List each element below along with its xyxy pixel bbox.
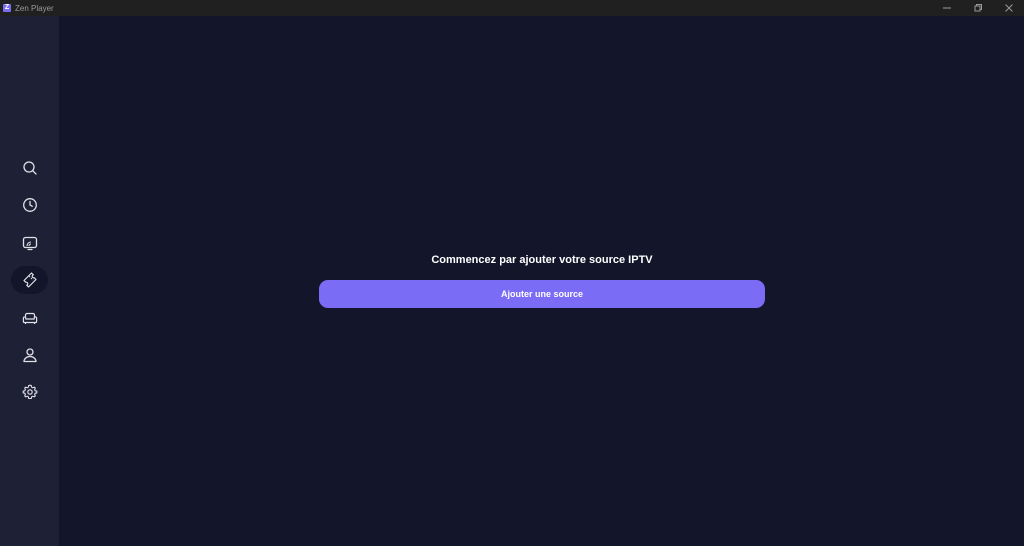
sidebar-nav bbox=[0, 16, 59, 546]
minimize-button[interactable] bbox=[931, 0, 962, 16]
search-icon bbox=[22, 161, 37, 175]
restore-button[interactable] bbox=[962, 0, 993, 16]
window-title: Zen Player bbox=[15, 3, 54, 13]
sidebar-item-history[interactable] bbox=[11, 191, 48, 219]
clock-icon bbox=[22, 198, 37, 212]
main-content: Commencez par ajouter votre source IPTV … bbox=[59, 16, 1024, 546]
sofa-icon bbox=[22, 312, 37, 324]
sidebar-item-profile[interactable] bbox=[11, 341, 48, 369]
restore-icon bbox=[974, 4, 982, 12]
user-icon bbox=[22, 348, 37, 363]
sidebar-item-settings[interactable] bbox=[11, 378, 48, 406]
ticket-icon bbox=[22, 272, 37, 288]
gear-icon bbox=[22, 384, 37, 400]
close-icon bbox=[1004, 4, 1013, 12]
close-button[interactable] bbox=[993, 0, 1024, 16]
window-controls bbox=[931, 0, 1024, 16]
app-window: Z Zen Player Commencez par ajouter votre… bbox=[0, 0, 1024, 546]
sidebar-item-live-tv[interactable] bbox=[11, 229, 48, 257]
live-tv-icon bbox=[22, 236, 37, 251]
sidebar-item-movies[interactable] bbox=[11, 266, 48, 294]
sidebar-item-series[interactable] bbox=[11, 304, 48, 332]
app-logo-icon: Z bbox=[3, 4, 11, 12]
minimize-icon bbox=[942, 7, 951, 9]
add-source-button[interactable]: Ajouter une source bbox=[319, 280, 765, 308]
title-bar: Z Zen Player bbox=[0, 0, 1024, 16]
empty-state-headline: Commencez par ajouter votre source IPTV bbox=[431, 254, 653, 266]
sidebar-item-search[interactable] bbox=[11, 154, 48, 182]
